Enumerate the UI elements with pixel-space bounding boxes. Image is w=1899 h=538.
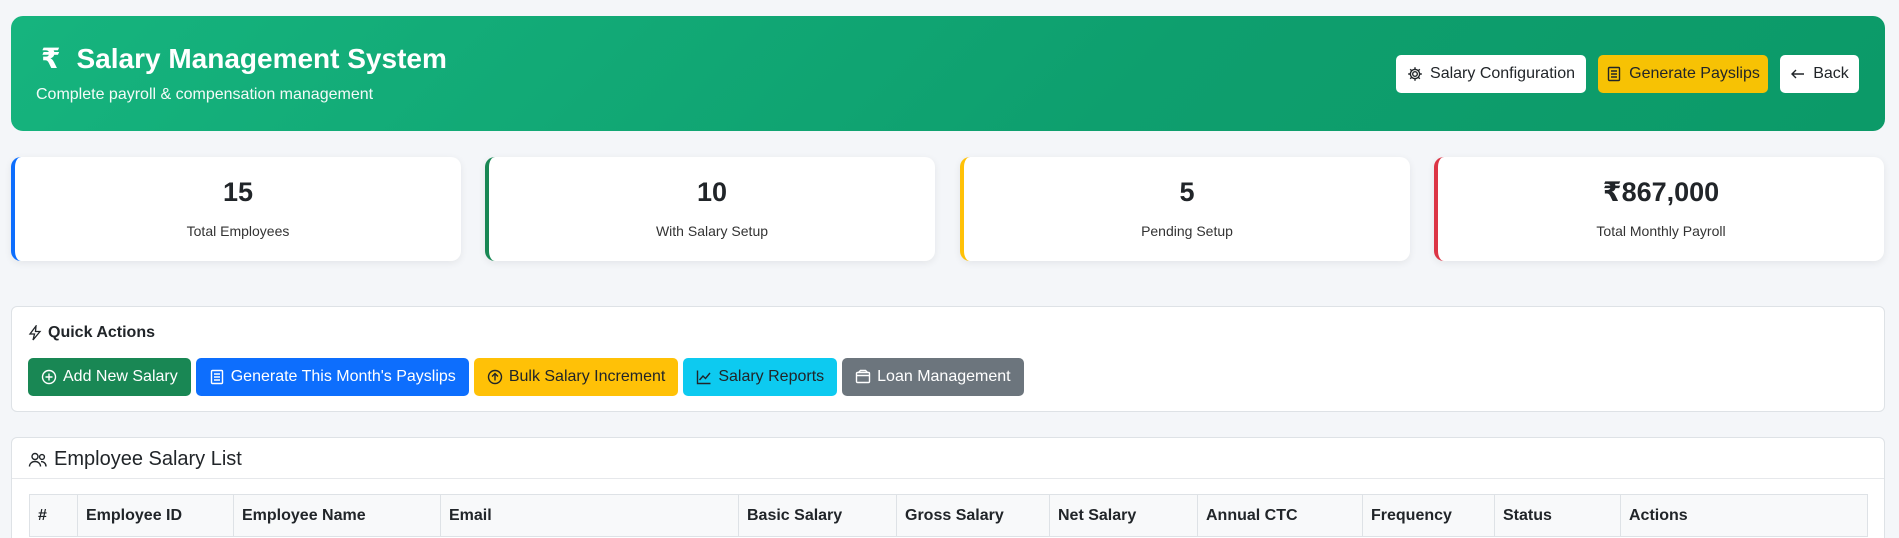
generate-month-payslips-label: Generate This Month's Payslips: [230, 368, 456, 385]
column-header-status[interactable]: Status: [1494, 494, 1621, 537]
column-header-employee-id[interactable]: Employee ID: [77, 494, 234, 537]
stat-value: 10: [696, 177, 728, 207]
column-header-frequency[interactable]: Frequency: [1362, 494, 1495, 537]
stat-card-total-monthly-payroll: ₹867,000 Total Monthly Payroll: [1434, 157, 1884, 261]
quick-actions-buttons: Add New Salary Generate This Month's Pay…: [28, 358, 1024, 396]
stat-card-with-salary-setup: 10 With Salary Setup: [485, 157, 935, 261]
salary-configuration-button[interactable]: Salary Configuration: [1396, 55, 1586, 93]
stat-label: Total Employees: [186, 223, 290, 239]
generate-payslips-label: Generate Payslips: [1629, 65, 1760, 82]
arrow-left-icon: [1791, 69, 1805, 79]
back-button[interactable]: Back: [1780, 55, 1859, 93]
salary-reports-label: Salary Reports: [718, 368, 825, 385]
bulk-salary-increment-label: Bulk Salary Increment: [508, 368, 666, 385]
loan-management-label: Loan Management: [877, 368, 1011, 385]
stat-label: Pending Setup: [1141, 223, 1233, 239]
stat-card-pending-setup: 5 Pending Setup: [960, 157, 1410, 261]
column-header-annual-ctc[interactable]: Annual CTC: [1197, 494, 1363, 537]
graph-up-icon: [697, 370, 711, 385]
lightning-icon: [28, 325, 42, 341]
rupee-icon: ₹: [41, 43, 61, 74]
bulk-salary-increment-button[interactable]: Bulk Salary Increment: [473, 358, 679, 396]
stat-card-total-employees: 15 Total Employees: [11, 157, 461, 261]
page-subtitle: Complete payroll & compensation manageme…: [36, 86, 374, 103]
quick-actions-panel: Quick Actions Add New Salary Generate Th…: [11, 306, 1885, 412]
table-header-row: # Employee ID Employee Name Email Basic …: [29, 494, 1868, 537]
page-title-text: Salary Management System: [76, 42, 447, 74]
stat-value: 5: [1179, 177, 1195, 207]
divider: [12, 478, 1884, 479]
generate-payslips-button[interactable]: Generate Payslips: [1598, 55, 1768, 93]
stat-label: With Salary Setup: [655, 223, 769, 239]
page-title: ₹ Salary Management System: [41, 42, 447, 75]
salary-configuration-label: Salary Configuration: [1430, 65, 1575, 82]
column-header-number[interactable]: #: [29, 494, 78, 537]
employee-salary-table: # Employee ID Employee Name Email Basic …: [29, 494, 1868, 537]
column-header-actions: Actions: [1620, 494, 1868, 537]
column-header-net-salary[interactable]: Net Salary: [1049, 494, 1198, 537]
employee-salary-list-panel: Employee Salary List # Employee ID Emplo…: [11, 437, 1885, 538]
column-header-gross-salary[interactable]: Gross Salary: [896, 494, 1050, 537]
loan-management-button[interactable]: Loan Management: [842, 358, 1024, 396]
quick-actions-title-text: Quick Actions: [48, 324, 155, 341]
plus-circle-icon: [41, 369, 57, 385]
add-new-salary-label: Add New Salary: [63, 368, 178, 385]
receipt-icon: [210, 369, 223, 385]
page-header: ₹ Salary Management System Complete payr…: [11, 16, 1885, 131]
arrow-up-circle-icon: [487, 369, 503, 385]
salary-reports-button[interactable]: Salary Reports: [683, 358, 838, 396]
column-header-employee-name[interactable]: Employee Name: [233, 494, 441, 537]
back-label: Back: [1813, 65, 1849, 82]
add-new-salary-button[interactable]: Add New Salary: [28, 358, 191, 396]
employee-salary-list-title: Employee Salary List: [28, 448, 242, 471]
wallet-icon: [855, 369, 871, 384]
stat-value: ₹867,000: [1602, 177, 1720, 207]
people-icon: [28, 452, 47, 467]
stat-value: 15: [222, 177, 254, 207]
employee-salary-list-title-text: Employee Salary List: [54, 448, 242, 470]
receipt-icon: [1607, 66, 1621, 82]
column-header-email[interactable]: Email: [440, 494, 739, 537]
column-header-basic-salary[interactable]: Basic Salary: [738, 494, 897, 537]
gear-icon: [1408, 67, 1422, 81]
quick-actions-title: Quick Actions: [28, 324, 155, 342]
generate-month-payslips-button[interactable]: Generate This Month's Payslips: [195, 358, 469, 396]
stat-label: Total Monthly Payroll: [1596, 223, 1726, 239]
